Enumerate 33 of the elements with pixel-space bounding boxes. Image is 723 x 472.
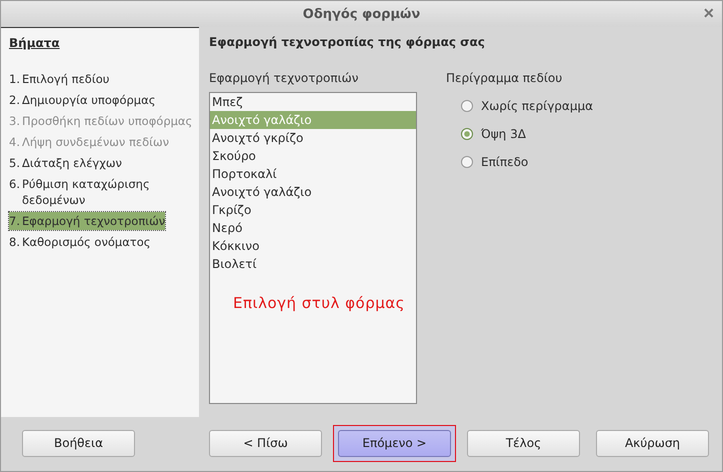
step-item[interactable]: 8. Καθορισμός ονόματος	[9, 233, 151, 251]
radio-label[interactable]: Όψη 3Δ	[481, 127, 526, 141]
step-item[interactable]: 6. Ρύθμιση καταχώρισης δεδομένων	[9, 175, 195, 209]
radio-button[interactable]	[461, 100, 473, 112]
step-item[interactable]: 5. Διάταξη ελέγχων	[9, 154, 122, 172]
steps-heading: Βήματα	[9, 36, 60, 50]
radio-button[interactable]	[461, 156, 473, 168]
window-title: Οδηγός φορμών	[302, 6, 420, 22]
radio-button[interactable]	[461, 128, 473, 140]
style-item[interactable]: Νερό	[210, 219, 416, 237]
page-title: Εφαρμογή τεχνοτροπίας της φόρμας σας	[209, 35, 486, 49]
style-item[interactable]: Ανοιχτό γαλάζιο	[210, 183, 416, 201]
radio-label[interactable]: Επίπεδο	[481, 155, 528, 169]
step-item[interactable]: 7. Εφαρμογή τεχνοτροπιών	[9, 212, 166, 230]
style-item[interactable]: Κόκκινο	[210, 237, 416, 255]
dialog-button[interactable]: Ακύρωση	[596, 430, 709, 456]
style-item[interactable]: Βιολετί	[210, 255, 416, 273]
style-item[interactable]: Γκρίζο	[210, 201, 416, 219]
step-item[interactable]: 2. Δημιουργία υποφόρμας	[9, 91, 156, 109]
styles-label: Εφαρμογή τεχνοτροπιών	[209, 71, 360, 85]
radio-label[interactable]: Χωρίς περίγραμμα	[481, 99, 594, 113]
annotation-text: Επιλογή στυλ φόρμας	[233, 294, 405, 312]
help-button[interactable]: Βοήθεια	[22, 430, 135, 456]
style-item[interactable]: Ανοιχτό γκρίζο	[210, 129, 416, 147]
dialog-button[interactable]: Επόμενο >	[338, 430, 451, 456]
style-item[interactable]: Μπεζ	[210, 93, 416, 111]
step-item[interactable]: 1. Επιλογή πεδίου	[9, 70, 110, 88]
border-label: Περίγραμμα πεδίου	[446, 71, 564, 85]
styles-list[interactable]: Μπεζ Ανοιχτό γαλάζιο Ανοιχτό γκρίζο Σκούρο Πορτοκαλί Ανοιχτό γαλάζιο Γκρίζο Νερό Κόκκινο Βιολετί Επιλογή στυλ φόρμας	[209, 92, 417, 404]
style-item[interactable]: Σκούρο	[210, 147, 416, 165]
dialog-button[interactable]: < Πίσω	[209, 430, 322, 456]
style-item[interactable]: Πορτοκαλί	[210, 165, 416, 183]
dialog-button[interactable]: Τέλος	[467, 430, 580, 456]
